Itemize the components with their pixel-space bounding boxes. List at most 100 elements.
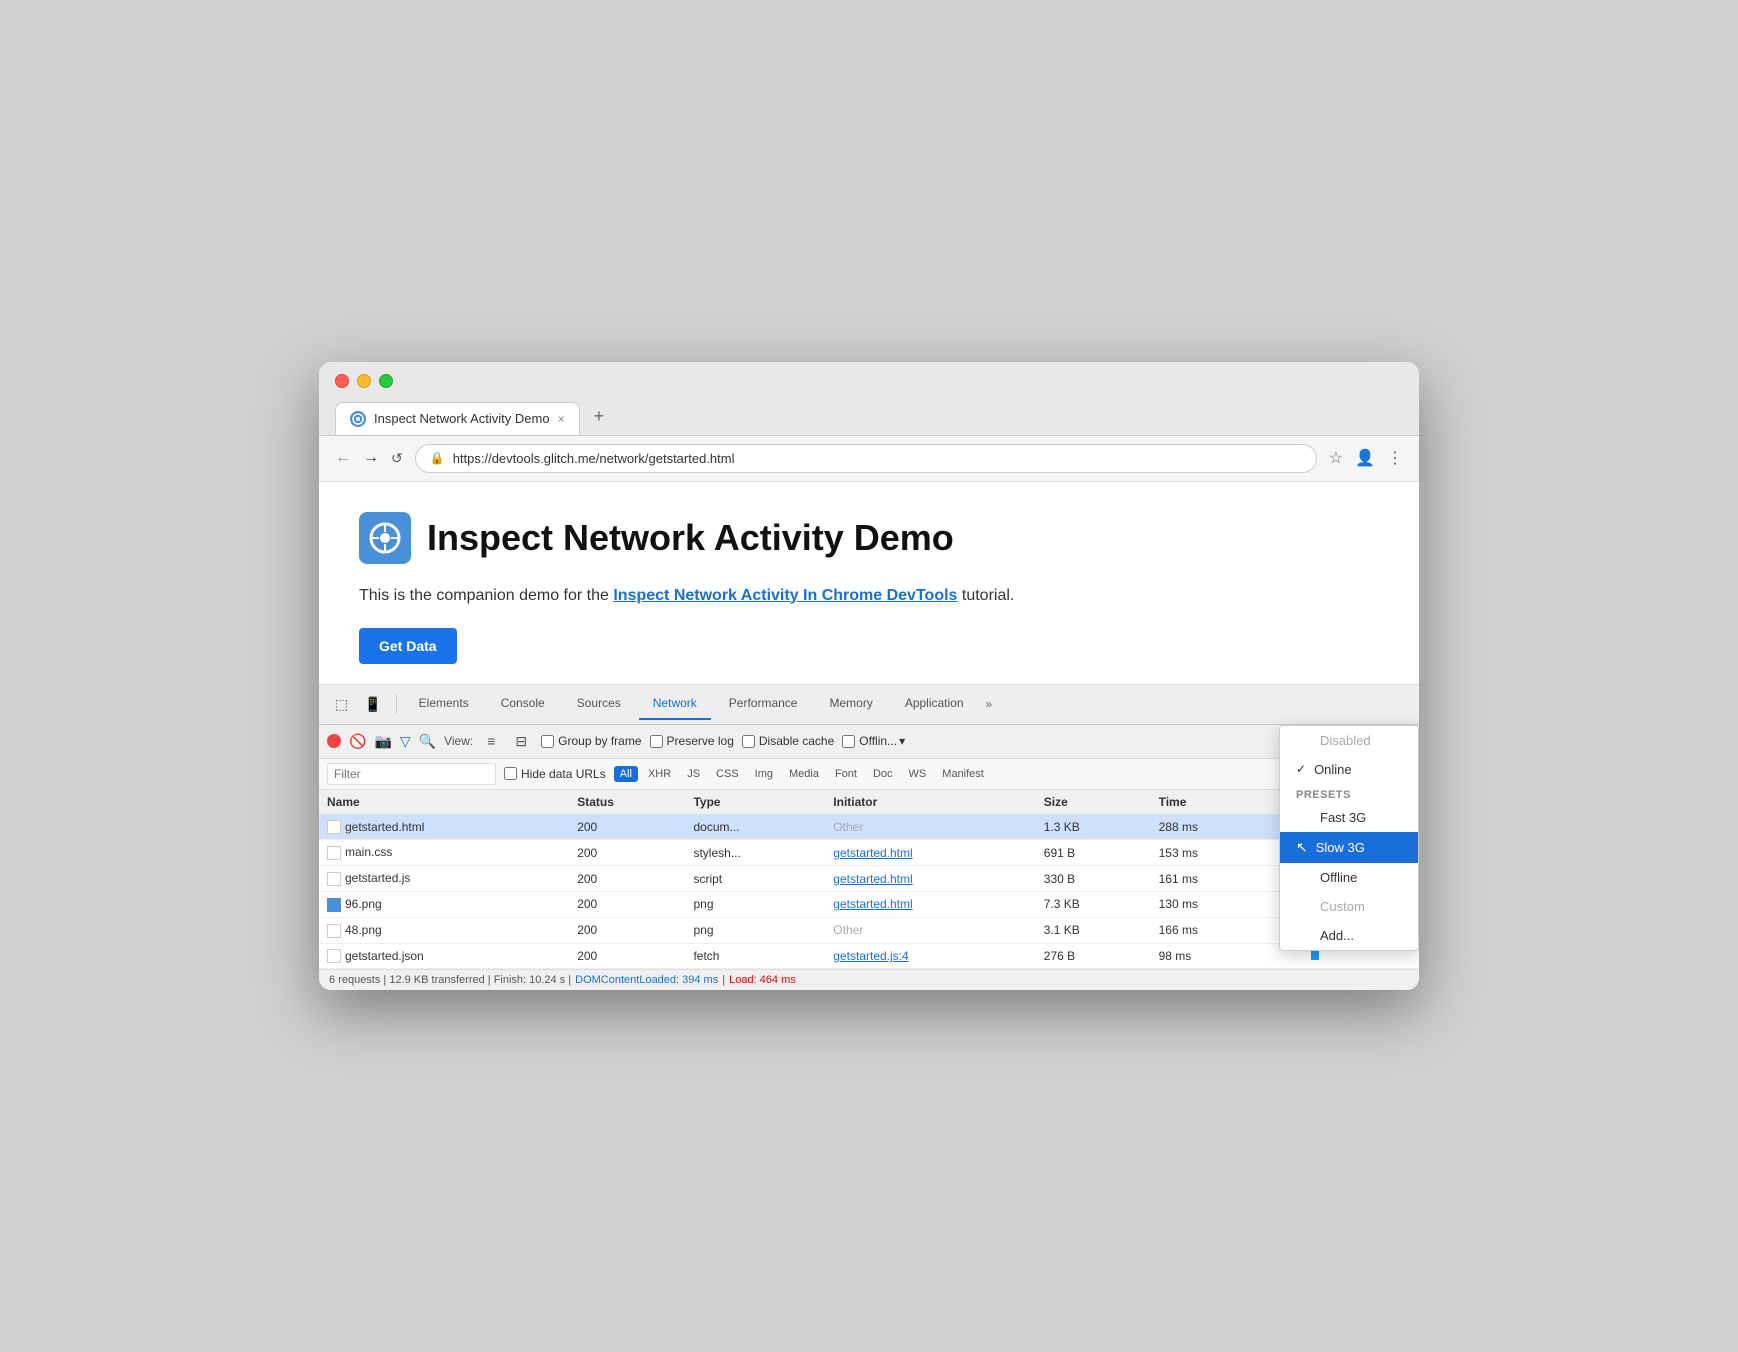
header-size[interactable]: Size xyxy=(1036,790,1151,815)
dropdown-item-fast-3g[interactable]: Fast 3G xyxy=(1280,803,1418,832)
table-row[interactable]: main.css 200 stylesh... getstarted.html … xyxy=(319,840,1419,866)
filter-input[interactable] xyxy=(327,763,496,785)
reload-button[interactable]: ↺ xyxy=(391,450,403,467)
dropdown-item-add---[interactable]: Add... xyxy=(1280,921,1418,950)
dropdown-item-online[interactable]: ✓Online xyxy=(1280,755,1418,784)
header-name[interactable]: Name xyxy=(319,790,569,815)
dropdown-section-label: Presets xyxy=(1280,784,1418,803)
dropdown-item-label: Online xyxy=(1314,762,1352,777)
table-row[interactable]: 48.png 200 png Other 3.1 KB 166 ms xyxy=(319,917,1419,943)
status-bar: 6 requests | 12.9 KB transferred | Finis… xyxy=(319,969,1419,990)
initiator-text: Other xyxy=(833,923,863,937)
hide-data-urls-checkbox[interactable] xyxy=(504,767,517,780)
menu-button[interactable]: ⋮ xyxy=(1387,448,1403,468)
disable-cache-label[interactable]: Disable cache xyxy=(742,734,834,748)
offline-dropdown[interactable]: Offlin... ▾ xyxy=(859,734,905,748)
filter-button[interactable]: ▽ xyxy=(400,733,411,750)
more-tabs-button[interactable]: » xyxy=(986,697,993,711)
network-toolbar: 🚫 📷 ▽ 🔍 View: ≡ ⊟ Group by frame Preserv… xyxy=(319,725,1419,759)
device-toolbar-icon[interactable]: 📱 xyxy=(358,692,387,717)
cell-size: 691 B xyxy=(1036,840,1151,866)
tab-performance[interactable]: Performance xyxy=(715,688,812,720)
network-throttle-dropdown: Disabled ✓OnlinePresets Fast 3G ↖Slow 3G Off… xyxy=(1279,725,1419,951)
profile-button[interactable]: 👤 xyxy=(1355,448,1375,468)
dropdown-item-custom: Custom xyxy=(1280,892,1418,921)
devtools-link[interactable]: Inspect Network Activity In Chrome DevTo… xyxy=(613,587,957,604)
tab-title: Inspect Network Activity Demo xyxy=(374,411,550,426)
tab-application[interactable]: Application xyxy=(891,688,978,720)
filter-xhr-button[interactable]: XHR xyxy=(642,766,677,782)
filter-font-button[interactable]: Font xyxy=(829,766,863,782)
tab-close-button[interactable]: × xyxy=(558,412,565,426)
cell-time: 153 ms xyxy=(1151,840,1273,866)
element-picker-icon[interactable]: ⬚ xyxy=(329,692,354,717)
tab-sources[interactable]: Sources xyxy=(563,688,635,720)
filter-img-button[interactable]: Img xyxy=(749,766,779,782)
description-after: tutorial. xyxy=(957,587,1014,604)
filter-ws-button[interactable]: WS xyxy=(903,766,933,782)
cell-size: 276 B xyxy=(1036,943,1151,969)
header-initiator[interactable]: Initiator xyxy=(825,790,1035,815)
tab-console[interactable]: Console xyxy=(487,688,559,720)
page-description: This is the companion demo for the Inspe… xyxy=(359,584,1379,608)
initiator-link[interactable]: getstarted.html xyxy=(833,897,912,911)
filter-all-button[interactable]: All xyxy=(614,766,638,782)
network-area: 🚫 📷 ▽ 🔍 View: ≡ ⊟ Group by frame Preserv… xyxy=(319,725,1419,991)
network-table-container: Name Status Type Initiator Size Time Wat… xyxy=(319,790,1419,970)
filter-doc-button[interactable]: Doc xyxy=(867,766,899,782)
screenshot-button[interactable]: 📷 xyxy=(374,733,391,750)
initiator-link[interactable]: getstarted.js:4 xyxy=(833,949,908,963)
filter-css-button[interactable]: CSS xyxy=(710,766,745,782)
url-bar[interactable]: 🔒 https://devtools.glitch.me/network/get… xyxy=(415,444,1317,473)
offline-checkbox[interactable] xyxy=(842,735,855,748)
dropdown-item-offline[interactable]: Offline xyxy=(1280,863,1418,892)
cell-type: stylesh... xyxy=(685,840,825,866)
dropdown-item-label: Disabled xyxy=(1320,733,1371,748)
filter-media-button[interactable]: Media xyxy=(783,766,825,782)
header-type[interactable]: Type xyxy=(685,790,825,815)
group-by-frame-checkbox[interactable] xyxy=(541,735,554,748)
tab-elements[interactable]: Elements xyxy=(405,688,483,720)
filter-js-button[interactable]: JS xyxy=(681,766,706,782)
back-button[interactable]: ← xyxy=(335,449,351,467)
dropdown-item-label: Fast 3G xyxy=(1320,810,1366,825)
page-header: Inspect Network Activity Demo xyxy=(359,512,1379,564)
header-time[interactable]: Time xyxy=(1151,790,1273,815)
forward-button[interactable]: → xyxy=(363,449,379,467)
preserve-log-label[interactable]: Preserve log xyxy=(650,734,734,748)
search-button[interactable]: 🔍 xyxy=(419,733,436,750)
table-row[interactable]: getstarted.html 200 docum... Other 1.3 K… xyxy=(319,814,1419,840)
large-rows-button[interactable]: ⊟ xyxy=(509,729,533,754)
cell-initiator: getstarted.html xyxy=(825,840,1035,866)
dropdown-item-slow-3g[interactable]: ↖Slow 3G xyxy=(1280,832,1418,863)
get-data-button[interactable]: Get Data xyxy=(359,628,457,664)
bookmark-button[interactable]: ☆ xyxy=(1329,448,1343,468)
tab-network[interactable]: Network xyxy=(639,688,711,720)
table-row[interactable]: getstarted.json 200 fetch getstarted.js:… xyxy=(319,943,1419,969)
title-bar: Inspect Network Activity Demo × + xyxy=(319,362,1419,436)
initiator-link[interactable]: getstarted.html xyxy=(833,846,912,860)
new-tab-button[interactable]: + xyxy=(582,398,617,435)
cell-type: png xyxy=(685,892,825,918)
preserve-log-checkbox[interactable] xyxy=(650,735,663,748)
record-button[interactable] xyxy=(327,734,341,748)
page-logo xyxy=(359,512,411,564)
browser-tab-active[interactable]: Inspect Network Activity Demo × xyxy=(335,402,580,435)
cell-size: 1.3 KB xyxy=(1036,814,1151,840)
close-button[interactable] xyxy=(335,374,349,388)
table-row[interactable]: 96.png 200 png getstarted.html 7.3 KB 13… xyxy=(319,892,1419,918)
maximize-button[interactable] xyxy=(379,374,393,388)
dom-content-loaded-stat[interactable]: DOMContentLoaded: 394 ms xyxy=(575,974,718,986)
initiator-link[interactable]: getstarted.html xyxy=(833,872,912,886)
minimize-button[interactable] xyxy=(357,374,371,388)
table-row[interactable]: getstarted.js 200 script getstarted.html… xyxy=(319,866,1419,892)
clear-button[interactable]: 🚫 xyxy=(349,733,366,750)
hide-data-urls-label[interactable]: Hide data URLs xyxy=(504,767,606,781)
dropdown-item-label: Offline xyxy=(1320,870,1357,885)
filter-manifest-button[interactable]: Manifest xyxy=(936,766,990,782)
disable-cache-checkbox[interactable] xyxy=(742,735,755,748)
tab-memory[interactable]: Memory xyxy=(815,688,886,720)
list-view-button[interactable]: ≡ xyxy=(481,729,501,753)
header-status[interactable]: Status xyxy=(569,790,685,815)
group-by-frame-label[interactable]: Group by frame xyxy=(541,734,641,748)
